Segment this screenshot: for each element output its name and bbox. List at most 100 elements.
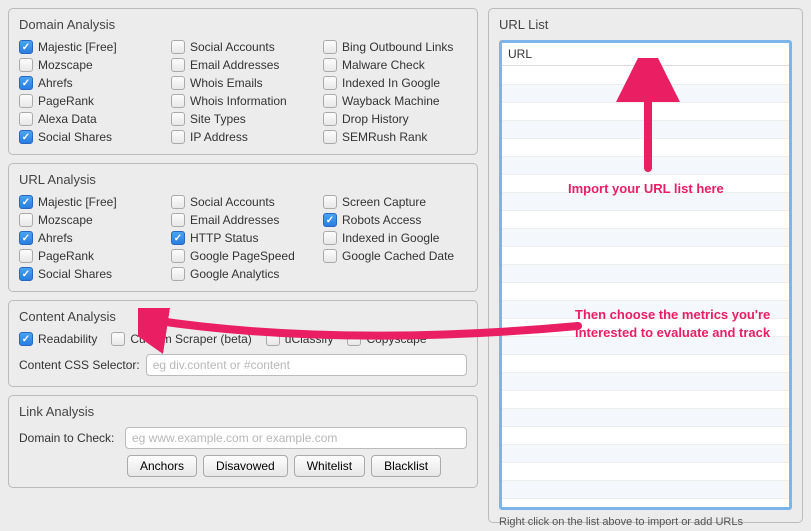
- checkbox-icon[interactable]: ✓: [19, 76, 33, 90]
- content-analysis-option[interactable]: ✓Readability: [19, 332, 97, 346]
- table-row[interactable]: [502, 337, 789, 355]
- url-list-column-header[interactable]: URL: [502, 43, 789, 66]
- table-row[interactable]: [502, 481, 789, 499]
- table-row[interactable]: [502, 427, 789, 445]
- domain-analysis-option[interactable]: SEMRush Rank: [323, 130, 467, 144]
- checkbox-icon[interactable]: ✓: [19, 40, 33, 54]
- domain-analysis-option[interactable]: Bing Outbound Links: [323, 40, 467, 54]
- checkbox-icon[interactable]: [19, 213, 33, 227]
- domain-analysis-option[interactable]: ✓Majestic [Free]: [19, 40, 163, 54]
- checkbox-icon[interactable]: [171, 94, 185, 108]
- content-analysis-option[interactable]: Custom Scraper (beta): [111, 332, 251, 346]
- checkbox-icon[interactable]: [323, 112, 337, 126]
- domain-analysis-option[interactable]: Indexed In Google: [323, 76, 467, 90]
- checkbox-icon[interactable]: ✓: [19, 267, 33, 281]
- checkbox-icon[interactable]: [171, 130, 185, 144]
- checkbox-icon[interactable]: ✓: [19, 332, 33, 346]
- checkbox-icon[interactable]: [323, 249, 337, 263]
- table-row[interactable]: [502, 139, 789, 157]
- checkbox-icon[interactable]: [323, 231, 337, 245]
- table-row[interactable]: [502, 67, 789, 85]
- domain-analysis-option[interactable]: Alexa Data: [19, 112, 163, 126]
- url-list-body[interactable]: [502, 67, 789, 507]
- url-analysis-option[interactable]: Google Cached Date: [323, 249, 467, 263]
- table-row[interactable]: [502, 121, 789, 139]
- checkbox-icon[interactable]: [171, 267, 185, 281]
- checkbox-icon[interactable]: [171, 58, 185, 72]
- table-row[interactable]: [502, 85, 789, 103]
- domain-analysis-option[interactable]: Email Addresses: [171, 58, 315, 72]
- domain-analysis-option[interactable]: Whois Information: [171, 94, 315, 108]
- domain-analysis-option[interactable]: Drop History: [323, 112, 467, 126]
- checkbox-icon[interactable]: [171, 195, 185, 209]
- domain-check-input[interactable]: [125, 427, 467, 449]
- checkbox-icon[interactable]: [171, 76, 185, 90]
- url-analysis-option[interactable]: ✓Ahrefs: [19, 231, 163, 245]
- table-row[interactable]: [502, 499, 789, 510]
- content-analysis-option[interactable]: Copyscape: [347, 332, 426, 346]
- table-row[interactable]: [502, 283, 789, 301]
- url-analysis-option[interactable]: ✓Social Shares: [19, 267, 163, 281]
- table-row[interactable]: [502, 391, 789, 409]
- url-analysis-option[interactable]: Social Accounts: [171, 195, 315, 209]
- domain-analysis-option[interactable]: Whois Emails: [171, 76, 315, 90]
- url-analysis-option[interactable]: Indexed in Google: [323, 231, 467, 245]
- domain-analysis-option[interactable]: PageRank: [19, 94, 163, 108]
- domain-analysis-option[interactable]: IP Address: [171, 130, 315, 144]
- checkbox-icon[interactable]: [171, 40, 185, 54]
- table-row[interactable]: [502, 229, 789, 247]
- checkbox-icon[interactable]: [171, 249, 185, 263]
- url-analysis-option[interactable]: Screen Capture: [323, 195, 467, 209]
- checkbox-icon[interactable]: [19, 94, 33, 108]
- checkbox-icon[interactable]: [323, 130, 337, 144]
- checkbox-icon[interactable]: [266, 332, 280, 346]
- domain-analysis-option[interactable]: Wayback Machine: [323, 94, 467, 108]
- table-row[interactable]: [502, 373, 789, 391]
- url-analysis-option[interactable]: ✓Majestic [Free]: [19, 195, 163, 209]
- checkbox-icon[interactable]: [171, 213, 185, 227]
- url-analysis-option[interactable]: Google PageSpeed: [171, 249, 315, 263]
- checkbox-icon[interactable]: [323, 76, 337, 90]
- url-list-table[interactable]: URL: [499, 40, 792, 510]
- checkbox-icon[interactable]: [111, 332, 125, 346]
- checkbox-icon[interactable]: ✓: [19, 231, 33, 245]
- checkbox-icon[interactable]: [19, 58, 33, 72]
- url-analysis-option[interactable]: ✓Robots Access: [323, 213, 467, 227]
- domain-analysis-option[interactable]: ✓Ahrefs: [19, 76, 163, 90]
- table-row[interactable]: [502, 409, 789, 427]
- table-row[interactable]: [502, 319, 789, 337]
- domain-analysis-option[interactable]: Malware Check: [323, 58, 467, 72]
- checkbox-icon[interactable]: ✓: [19, 195, 33, 209]
- whitelist-button[interactable]: Whitelist: [294, 455, 365, 477]
- url-analysis-option[interactable]: Mozscape: [19, 213, 163, 227]
- disavowed-button[interactable]: Disavowed: [203, 455, 288, 477]
- table-row[interactable]: [502, 103, 789, 121]
- anchors-button[interactable]: Anchors: [127, 455, 197, 477]
- url-analysis-option[interactable]: Email Addresses: [171, 213, 315, 227]
- checkbox-icon[interactable]: [171, 112, 185, 126]
- table-row[interactable]: [502, 265, 789, 283]
- table-row[interactable]: [502, 157, 789, 175]
- blacklist-button[interactable]: Blacklist: [371, 455, 441, 477]
- table-row[interactable]: [502, 445, 789, 463]
- table-row[interactable]: [502, 247, 789, 265]
- table-row[interactable]: [502, 463, 789, 481]
- checkbox-icon[interactable]: [323, 195, 337, 209]
- checkbox-icon[interactable]: ✓: [171, 231, 185, 245]
- checkbox-icon[interactable]: [323, 94, 337, 108]
- content-selector-input[interactable]: [146, 354, 467, 376]
- checkbox-icon[interactable]: [347, 332, 361, 346]
- url-analysis-option[interactable]: ✓HTTP Status: [171, 231, 315, 245]
- checkbox-icon[interactable]: [323, 58, 337, 72]
- checkbox-icon[interactable]: [19, 249, 33, 263]
- table-row[interactable]: [502, 355, 789, 373]
- checkbox-icon[interactable]: ✓: [19, 130, 33, 144]
- table-row[interactable]: [502, 175, 789, 193]
- domain-analysis-option[interactable]: Social Accounts: [171, 40, 315, 54]
- domain-analysis-option[interactable]: ✓Social Shares: [19, 130, 163, 144]
- table-row[interactable]: [502, 301, 789, 319]
- table-row[interactable]: [502, 211, 789, 229]
- url-analysis-option[interactable]: PageRank: [19, 249, 163, 263]
- url-analysis-option[interactable]: Google Analytics: [171, 267, 315, 281]
- checkbox-icon[interactable]: [19, 112, 33, 126]
